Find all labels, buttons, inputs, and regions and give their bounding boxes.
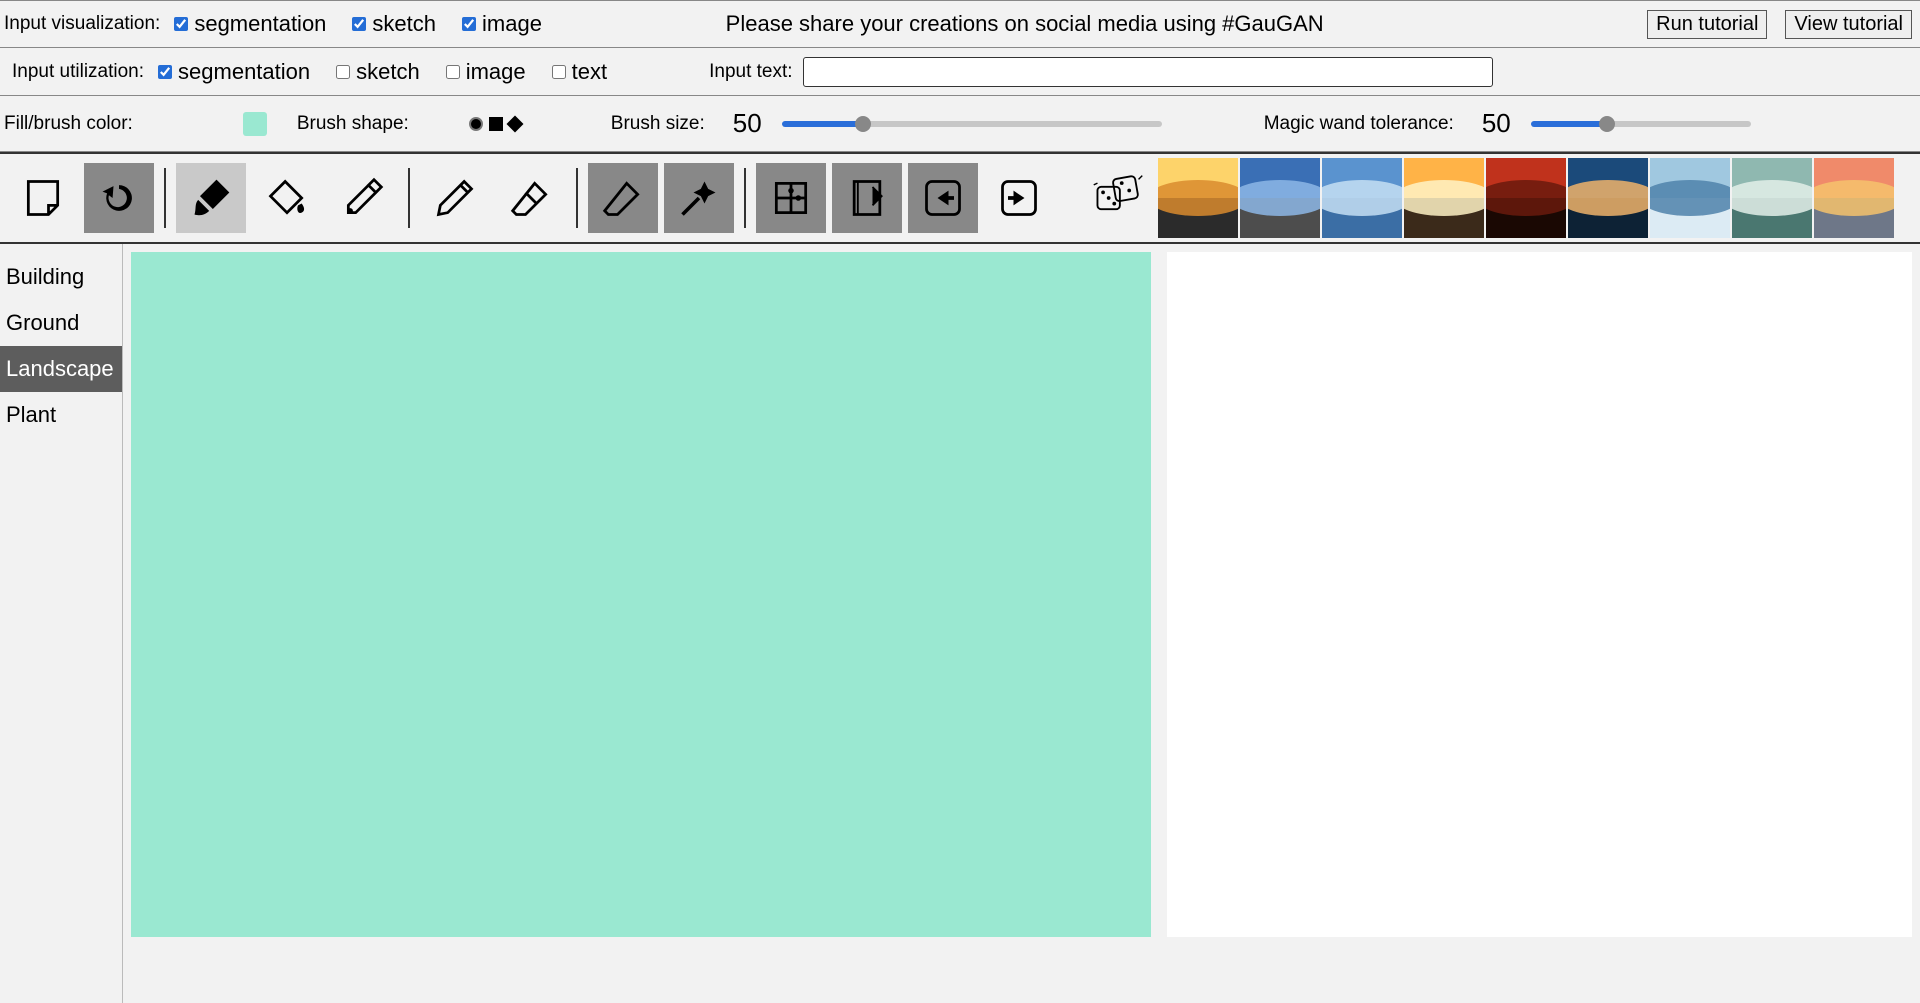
eyedropper-icon (341, 176, 385, 220)
brush-size-label: Brush size: (611, 113, 705, 135)
eyedropper-tool[interactable] (328, 163, 398, 233)
util-text-checkbox[interactable] (552, 65, 566, 79)
bucket-icon (265, 176, 309, 220)
share-message: Please share your creations on social me… (726, 11, 1324, 37)
input-utilization-label: Input utilization: (12, 61, 144, 83)
vis-segmentation-option[interactable]: segmentation (170, 11, 326, 37)
util-segmentation-option[interactable]: segmentation (154, 59, 310, 85)
notebook-icon (845, 176, 889, 220)
input-text-field[interactable] (803, 57, 1493, 87)
style-thumb-1[interactable] (1158, 158, 1238, 238)
undo-icon (97, 176, 141, 220)
toolbar (0, 152, 1920, 244)
util-segmentation-checkbox[interactable] (158, 65, 172, 79)
util-segmentation-label: segmentation (178, 59, 310, 85)
style-thumb-5[interactable] (1486, 158, 1566, 238)
arrow-left-box-icon (921, 176, 965, 220)
sidebar-item-building[interactable]: Building (0, 254, 122, 300)
magic-wand-tolerance-label: Magic wand tolerance: (1264, 113, 1454, 135)
vis-image-label: image (482, 11, 542, 37)
export-tool[interactable] (984, 163, 1054, 233)
eraser-tool[interactable] (496, 163, 566, 233)
canvas-wrap (123, 244, 1159, 1003)
note-icon (21, 176, 65, 220)
vis-sketch-label: sketch (372, 11, 436, 37)
magic-wand-tolerance-value: 50 (1482, 108, 1511, 139)
pencil-icon (433, 176, 477, 220)
vis-image-checkbox[interactable] (462, 17, 476, 31)
util-image-checkbox[interactable] (446, 65, 460, 79)
run-tutorial-button[interactable]: Run tutorial (1647, 10, 1767, 39)
magic-wand-tool[interactable] (664, 163, 734, 233)
header-row-2: Input utilization: segmentation sketch i… (0, 48, 1920, 96)
random-dice-button[interactable] (1090, 168, 1146, 228)
style-thumb-9[interactable] (1814, 158, 1894, 238)
brush-shape-options (469, 117, 521, 131)
toolbar-divider (576, 168, 578, 228)
style-thumb-8[interactable] (1732, 158, 1812, 238)
pencil-tool[interactable] (420, 163, 490, 233)
input-visualization-label: Input visualization: (4, 13, 160, 35)
style-thumb-3[interactable] (1322, 158, 1402, 238)
output-canvas (1167, 252, 1912, 937)
input-text-label: Input text: (709, 61, 792, 83)
util-sketch-label: sketch (356, 59, 420, 85)
util-text-label: text (572, 59, 607, 85)
brush-icon (189, 176, 233, 220)
brush-shape-label: Brush shape: (297, 113, 409, 135)
header-row-1: Input visualization: segmentation sketch… (0, 0, 1920, 48)
brush-shape-square[interactable] (489, 117, 503, 131)
brush-size-slider[interactable] (782, 121, 1162, 127)
vis-sketch-checkbox[interactable] (352, 17, 366, 31)
drawing-canvas[interactable] (131, 252, 1151, 937)
brush-settings-row: Fill/brush color: Brush shape: Brush siz… (0, 96, 1920, 152)
puzzle-tool[interactable] (756, 163, 826, 233)
util-text-option[interactable]: text (548, 59, 607, 85)
import-tool[interactable] (908, 163, 978, 233)
brush-shape-circle[interactable] (469, 117, 483, 131)
undo-tool[interactable] (84, 163, 154, 233)
eraser-alt-icon (601, 176, 645, 220)
sidebar-item-ground[interactable]: Ground (0, 300, 122, 346)
sidebar-item-plant[interactable]: Plant (0, 392, 122, 438)
fill-tool[interactable] (252, 163, 322, 233)
category-sidebar: BuildingGroundLandscapePlant (0, 244, 123, 1003)
toolbar-divider (744, 168, 746, 228)
style-thumb-6[interactable] (1568, 158, 1648, 238)
brush-tool[interactable] (176, 163, 246, 233)
vis-sketch-option[interactable]: sketch (348, 11, 436, 37)
magic-wand-icon (677, 176, 721, 220)
arrow-right-box-icon (997, 176, 1041, 220)
puzzle-icon (769, 176, 813, 220)
dice-icon (1090, 170, 1146, 226)
util-image-label: image (466, 59, 526, 85)
brush-size-value: 50 (733, 108, 762, 139)
vis-image-option[interactable]: image (458, 11, 542, 37)
vis-segmentation-label: segmentation (194, 11, 326, 37)
style-thumb-7[interactable] (1650, 158, 1730, 238)
sidebar-item-landscape[interactable]: Landscape (0, 346, 122, 392)
note-tool[interactable] (8, 163, 78, 233)
brush-shape-diamond[interactable] (506, 115, 523, 132)
toolbar-divider (164, 168, 166, 228)
fill-color-label: Fill/brush color: (4, 113, 133, 135)
notebook-tool[interactable] (832, 163, 902, 233)
util-image-option[interactable]: image (442, 59, 526, 85)
tutorial-buttons: Run tutorial View tutorial (1647, 10, 1916, 39)
view-tutorial-button[interactable]: View tutorial (1785, 10, 1912, 39)
style-thumb-2[interactable] (1240, 158, 1320, 238)
util-sketch-option[interactable]: sketch (332, 59, 420, 85)
style-thumbnails (1158, 158, 1894, 238)
eraser-icon (509, 176, 553, 220)
toolbar-divider (408, 168, 410, 228)
style-thumb-4[interactable] (1404, 158, 1484, 238)
fill-color-swatch[interactable] (243, 112, 267, 136)
smart-eraser-tool[interactable] (588, 163, 658, 233)
util-sketch-checkbox[interactable] (336, 65, 350, 79)
main-area: BuildingGroundLandscapePlant (0, 244, 1920, 1003)
magic-wand-tolerance-slider[interactable] (1531, 121, 1751, 127)
vis-segmentation-checkbox[interactable] (174, 17, 188, 31)
